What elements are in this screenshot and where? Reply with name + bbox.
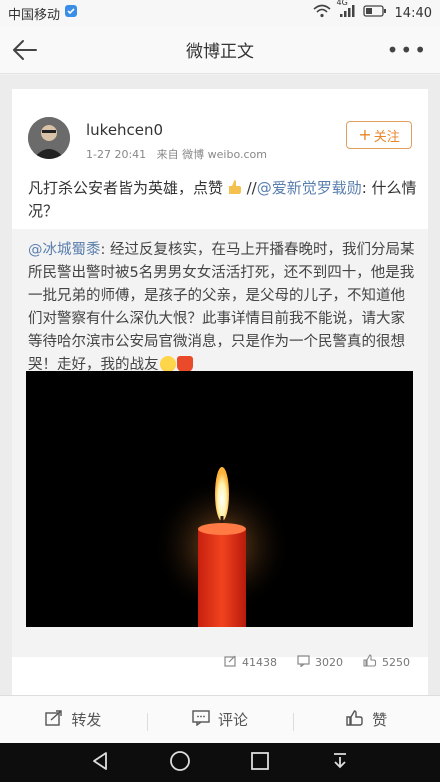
- post-text: 凡打杀公安者皆为英雄，点赞 //@爱新觉罗载勋: 什么情况？: [28, 177, 420, 223]
- reposted-weibo[interactable]: @冰城蜀黍: 经过反复核实，在马上开播春晚时，我们分局某所民警出警时被5名男男女…: [12, 229, 428, 669]
- follow-button[interactable]: + 关注: [346, 121, 412, 149]
- page-title: 微博正文: [186, 42, 254, 62]
- thumbs-up-icon: [346, 709, 364, 730]
- clock: 14:40: [394, 5, 432, 21]
- post-time: 1-27 20:41: [86, 148, 147, 161]
- repost-mention-link[interactable]: @冰城蜀黍: [28, 242, 101, 258]
- repost-text: @冰城蜀黍: 经过反复核实，在马上开播春晚时，我们分局某所民警出警时被5名男男女…: [28, 239, 418, 377]
- network-type: 4G: [336, 0, 348, 7]
- post-source-prefix: 来自: [156, 148, 179, 161]
- candle-emoji-icon: [176, 356, 193, 372]
- status-bar: 中国移动 4G 14:40: [0, 0, 440, 26]
- like-label: 赞: [372, 711, 388, 729]
- post-card: lukehcen0 1-27 20:41 来自 微博 weibo.com + 关…: [12, 89, 428, 695]
- battery-icon: [362, 5, 387, 21]
- thumbs-up-icon: [363, 654, 377, 670]
- repost-icon: [45, 709, 63, 730]
- carrier-group: 中国移动: [8, 4, 78, 23]
- comment-count-stat[interactable]: 3020: [297, 654, 343, 670]
- plus-icon: +: [358, 125, 372, 144]
- comment-icon: [192, 709, 210, 730]
- post-meta: 1-27 20:41 来自 微博 weibo.com: [86, 146, 267, 162]
- signal-icon: 4G: [337, 0, 355, 22]
- comment-icon: [297, 654, 310, 670]
- comment-label: 评论: [218, 711, 249, 729]
- carrier-name: 中国移动: [8, 7, 61, 23]
- repost-button[interactable]: 转发: [0, 709, 147, 730]
- back-arrow-icon[interactable]: [10, 36, 40, 64]
- repost-label: 转发: [71, 711, 102, 729]
- repost-stats: 41438 3020 5250: [12, 649, 428, 675]
- repost-count: 41438: [242, 655, 277, 669]
- thumbs-up-emoji-icon: [228, 179, 247, 197]
- avatar[interactable]: [28, 117, 70, 159]
- repost-body: : 经过反复核实，在马上开播春晚时，我们分局某所民警出警时被5名男男女女活活打死…: [28, 242, 415, 373]
- repost-separator: //: [246, 179, 257, 197]
- repost-count-stat[interactable]: 41438: [224, 655, 277, 670]
- comment-count: 3020: [315, 655, 343, 669]
- username[interactable]: lukehcen0: [86, 121, 163, 139]
- like-button[interactable]: 赞: [293, 709, 440, 731]
- like-count: 5250: [382, 655, 410, 669]
- system-nav-bar: [0, 743, 440, 782]
- like-count-stat[interactable]: 5250: [363, 654, 410, 670]
- notification-pulldown-icon[interactable]: [329, 750, 351, 776]
- repost-icon: [224, 655, 237, 670]
- crying-face-emoji-icon: [159, 356, 176, 372]
- nav-bar: 微博正文 •••: [0, 26, 440, 74]
- follow-label: 关注: [373, 129, 400, 145]
- comment-button[interactable]: 评论: [146, 709, 294, 731]
- post-source[interactable]: 微博 weibo.com: [182, 148, 267, 161]
- content-area[interactable]: lukehcen0 1-27 20:41 来自 微博 weibo.com + 关…: [0, 75, 440, 695]
- mention-link[interactable]: @爱新觉罗载勋: [257, 179, 362, 197]
- system-back-icon[interactable]: [89, 750, 111, 776]
- status-right: 4G 14:40: [313, 0, 432, 22]
- wifi-icon: [313, 4, 331, 22]
- system-recents-icon[interactable]: [249, 750, 271, 776]
- system-home-icon[interactable]: [169, 750, 191, 776]
- more-options-icon[interactable]: •••: [387, 38, 428, 62]
- notification-icon: [64, 4, 78, 22]
- post-main-text: 凡打杀公安者皆为英雄，点赞: [28, 179, 224, 197]
- candle-photo[interactable]: [26, 371, 413, 627]
- bottom-action-bar: 转发 评论 赞: [0, 695, 440, 743]
